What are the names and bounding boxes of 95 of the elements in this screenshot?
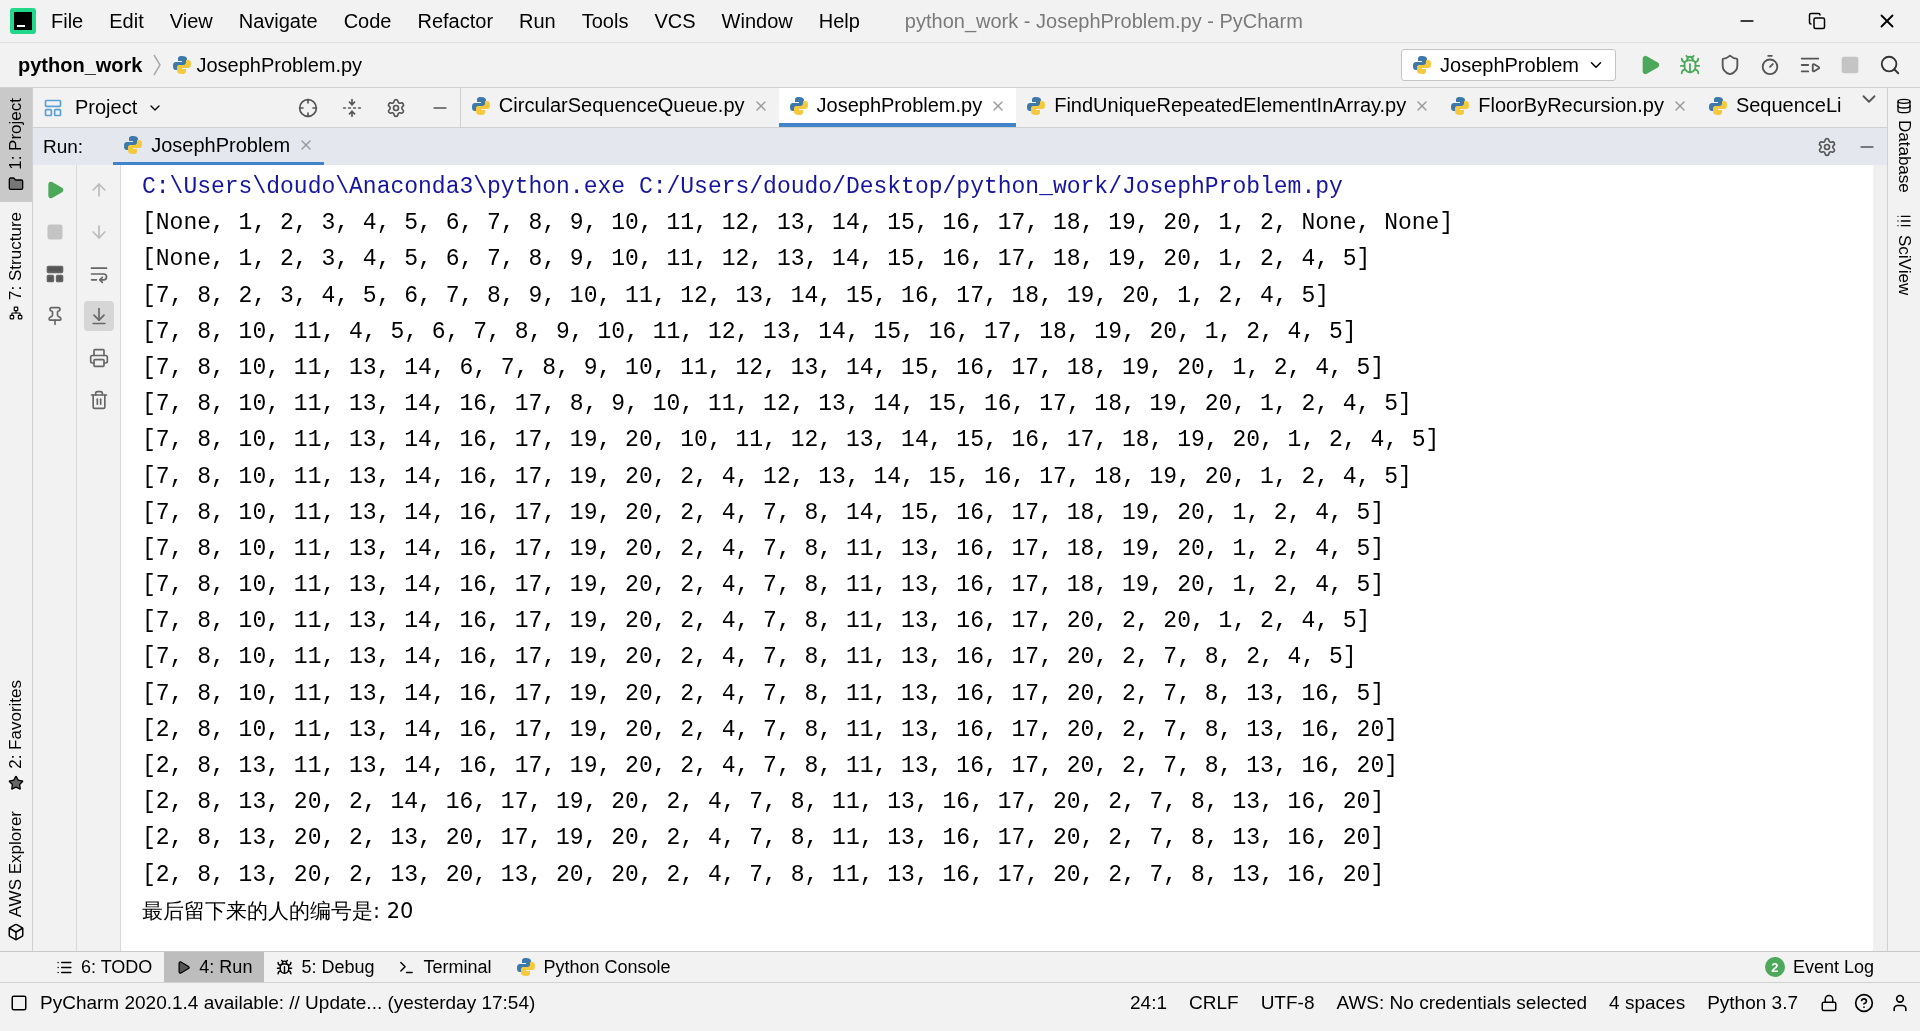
user-icon[interactable] — [1890, 993, 1910, 1013]
app-logo — [10, 8, 36, 34]
run-label: Run: — [43, 135, 84, 158]
star-icon — [8, 774, 24, 791]
menu-item[interactable]: Tools — [570, 9, 640, 33]
chevron-right-icon — [152, 53, 163, 77]
settings-icon[interactable] — [1817, 136, 1837, 157]
menu-item[interactable]: File — [40, 9, 95, 33]
output-line: [7, 8, 10, 11, 13, 14, 16, 17, 19, 20, 2, 4, 7, 8, 11, 13, 16, 17, 20, 2, 20, 1, 2, 4, 5] — [142, 608, 1371, 635]
output-line: [2, 8, 10, 11, 13, 14, 16, 17, 19, 20, 2, 4, 7, 8, 11, 13, 16, 17, 20, 2, 7, 8, 13, 16, 20] — [142, 716, 1398, 743]
tool-window-button[interactable]: 7: Structure — [0, 201, 32, 330]
tool-window-button[interactable]: AWS Explorer — [0, 800, 32, 951]
status-item[interactable]: AWS: No credentials selected — [1336, 992, 1588, 1014]
tool-window-button[interactable]: 1: Project — [0, 88, 32, 202]
tool-window-tab[interactable]: 6: TODO — [44, 952, 165, 982]
python-file-icon — [172, 55, 193, 75]
window-title: python_work - JosephProblem.py - PyCharm — [904, 9, 1304, 33]
python-file-icon — [1450, 95, 1471, 116]
search-icon[interactable] — [1879, 54, 1901, 76]
tool-window-tab[interactable]: 5: Debug — [264, 952, 387, 982]
python-file-icon — [470, 95, 491, 116]
profile-icon[interactable] — [1759, 54, 1781, 76]
soft-wrap-icon[interactable] — [88, 264, 109, 284]
python-file-icon — [123, 135, 144, 155]
status-message[interactable]: PyCharm 2020.1.4 available: // Update... (yesterday 17:54) — [40, 992, 536, 1014]
tool-window-tab[interactable]: Python Console — [503, 952, 683, 982]
tool-window-button[interactable]: 2: Favorites — [0, 670, 32, 801]
status-item[interactable]: Python 3.7 — [1707, 992, 1798, 1014]
trash-icon[interactable] — [88, 390, 109, 410]
python-file-icon — [1707, 95, 1728, 116]
status-item[interactable]: UTF-8 — [1260, 992, 1315, 1014]
database-icon — [1896, 98, 1912, 114]
tool-window-tab[interactable]: Terminal — [386, 952, 504, 982]
run-configuration-dropdown[interactable]: JosephProblem — [1401, 49, 1616, 81]
output-line: [7, 8, 10, 11, 13, 14, 16, 17, 19, 20, 2, 4, 12, 13, 14, 15, 16, 17, 18, 19, 20, 1, 2, 4, 5] — [142, 463, 1412, 490]
output-line: [7, 8, 10, 11, 13, 14, 16, 17, 19, 20, 10, 11, 12, 13, 14, 15, 16, 17, 18, 19, 20, 1, 2, 4, 5] — [142, 427, 1440, 454]
folder-icon — [8, 175, 24, 192]
output-line: [7, 8, 10, 11, 13, 14, 16, 17, 19, 20, 2, 4, 7, 8, 11, 13, 16, 17, 18, 19, 20, 1, 2, 4, 5] — [142, 572, 1385, 599]
output-line: [7, 8, 2, 3, 4, 5, 6, 7, 8, 9, 10, 11, 12, 13, 14, 15, 16, 17, 18, 19, 20, 1, 2, 4, 5] — [142, 282, 1329, 309]
status-item[interactable]: 4 spaces — [1609, 992, 1686, 1014]
layout-icon[interactable] — [44, 264, 65, 284]
output-line: [7, 8, 10, 11, 13, 14, 16, 17, 19, 20, 2, 4, 7, 8, 14, 15, 16, 17, 18, 19, 20, 1, 2, 4, 5] — [142, 499, 1385, 526]
output-line: [2, 8, 13, 11, 13, 14, 16, 17, 19, 20, 2, 4, 7, 8, 11, 13, 16, 17, 20, 2, 7, 8, 13, 16, 20] — [142, 753, 1398, 779]
play-icon — [176, 959, 192, 975]
output-line: [None, 1, 2, 3, 4, 5, 6, 7, 8, 9, 10, 11, 12, 13, 14, 15, 16, 17, 18, 19, 20, 1, 2, 4, 5] — [142, 246, 1371, 273]
menu-item[interactable]: Window — [710, 9, 804, 33]
coverage-icon[interactable] — [1719, 54, 1741, 76]
menu-item[interactable]: Edit — [98, 9, 155, 33]
panel-toggle-icon[interactable] — [10, 994, 28, 1012]
output-line: [7, 8, 10, 11, 13, 14, 16, 17, 19, 20, 2, 4, 7, 8, 11, 13, 16, 17, 18, 19, 20, 1, 2, 4, 5] — [142, 535, 1385, 562]
settings-icon[interactable] — [385, 97, 406, 118]
debug-icon[interactable] — [1679, 54, 1701, 76]
panel-icon — [43, 97, 63, 118]
notification-count: 2 — [1764, 957, 1785, 977]
menu-item[interactable]: Help — [807, 9, 871, 33]
collapse-icon[interactable] — [341, 97, 362, 118]
status-item[interactable]: CRLF — [1189, 992, 1239, 1014]
cube-icon — [7, 923, 25, 941]
tool-window-tab[interactable]: 4: Run — [164, 952, 265, 982]
bug-icon — [276, 958, 294, 976]
output-line: [7, 8, 10, 11, 4, 5, 6, 7, 8, 9, 10, 11, 12, 13, 14, 15, 16, 17, 18, 19, 20, 1, 2, 4, 5] — [142, 318, 1357, 345]
breadcrumb-project[interactable]: python_work — [18, 53, 143, 77]
python-file-icon — [1412, 55, 1433, 75]
menu-item[interactable]: VCS — [643, 9, 707, 33]
output-line: [2, 8, 13, 20, 2, 13, 20, 13, 20, 20, 2, 4, 7, 8, 11, 13, 16, 17, 20, 2, 7, 8, 13, 16, 20] — [142, 861, 1385, 888]
menu-item[interactable]: Refactor — [406, 9, 505, 33]
output-line: [2, 8, 13, 20, 2, 14, 16, 17, 19, 20, 2, 4, 7, 8, 11, 13, 16, 17, 20, 2, 7, 8, 13, 16, 20] — [142, 789, 1385, 816]
structure-icon — [9, 305, 23, 320]
output-line: [2, 8, 13, 20, 2, 13, 20, 17, 19, 20, 2, 4, 7, 8, 11, 13, 16, 17, 20, 2, 7, 8, 13, 16, 20] — [142, 825, 1385, 852]
breadcrumb-file[interactable]: JosephProblem.py — [196, 53, 363, 77]
python-file-icon — [1026, 95, 1047, 116]
python-file-icon — [788, 95, 809, 116]
help-icon[interactable] — [1854, 993, 1874, 1013]
output-line: [7, 8, 10, 11, 13, 14, 16, 17, 19, 20, 2, 4, 7, 8, 11, 13, 16, 17, 20, 2, 7, 8, 13, 16, 5] — [142, 680, 1385, 707]
python-file-icon — [515, 957, 536, 977]
output-line: 最后留下来的人的编号是: 20 — [142, 898, 414, 923]
command-line: C:\Users\doudo\Anaconda3\python.exe C:/Users/doudo/Desktop/python_work/JosephProblem.py — [142, 174, 1343, 200]
event-log-button[interactable]: 2 Event Log — [1764, 956, 1874, 978]
tool-window-button[interactable]: SciView — [1888, 202, 1920, 305]
output-line: [7, 8, 10, 11, 13, 14, 6, 7, 8, 9, 10, 11, 12, 13, 14, 15, 16, 17, 18, 19, 20, 1, 2, 4, 5] — [142, 354, 1385, 381]
output-line: [7, 8, 10, 11, 13, 14, 16, 17, 19, 20, 2, 4, 7, 8, 11, 13, 16, 17, 20, 2, 7, 8, 2, 4, 5] — [142, 644, 1357, 671]
status-item[interactable]: 24:1 — [1130, 992, 1167, 1014]
output-line: [7, 8, 10, 11, 13, 14, 16, 17, 8, 9, 10, 11, 12, 13, 14, 15, 16, 17, 18, 19, 20, 1, 2, 4, 5] — [142, 391, 1412, 418]
print-icon[interactable] — [88, 348, 109, 368]
menu-item[interactable]: Run — [508, 9, 567, 33]
menu-item[interactable]: Code — [332, 9, 403, 33]
editor-tab[interactable]: JosephProblem.py — [778, 88, 1017, 127]
restore-icon[interactable] — [1808, 12, 1826, 30]
output-line: [None, 1, 2, 3, 4, 5, 6, 7, 8, 9, 10, 11, 12, 13, 14, 15, 16, 17, 18, 19, 20, 1, 2, None, None] — [142, 210, 1454, 237]
tool-window-button[interactable]: Database — [1888, 88, 1920, 203]
menu-item[interactable]: View — [158, 9, 224, 33]
lock-icon[interactable] — [1820, 994, 1838, 1012]
locate-icon[interactable] — [297, 97, 318, 118]
project-view-selector[interactable]: Project — [75, 96, 284, 119]
menu-item[interactable]: Navigate — [227, 9, 329, 33]
